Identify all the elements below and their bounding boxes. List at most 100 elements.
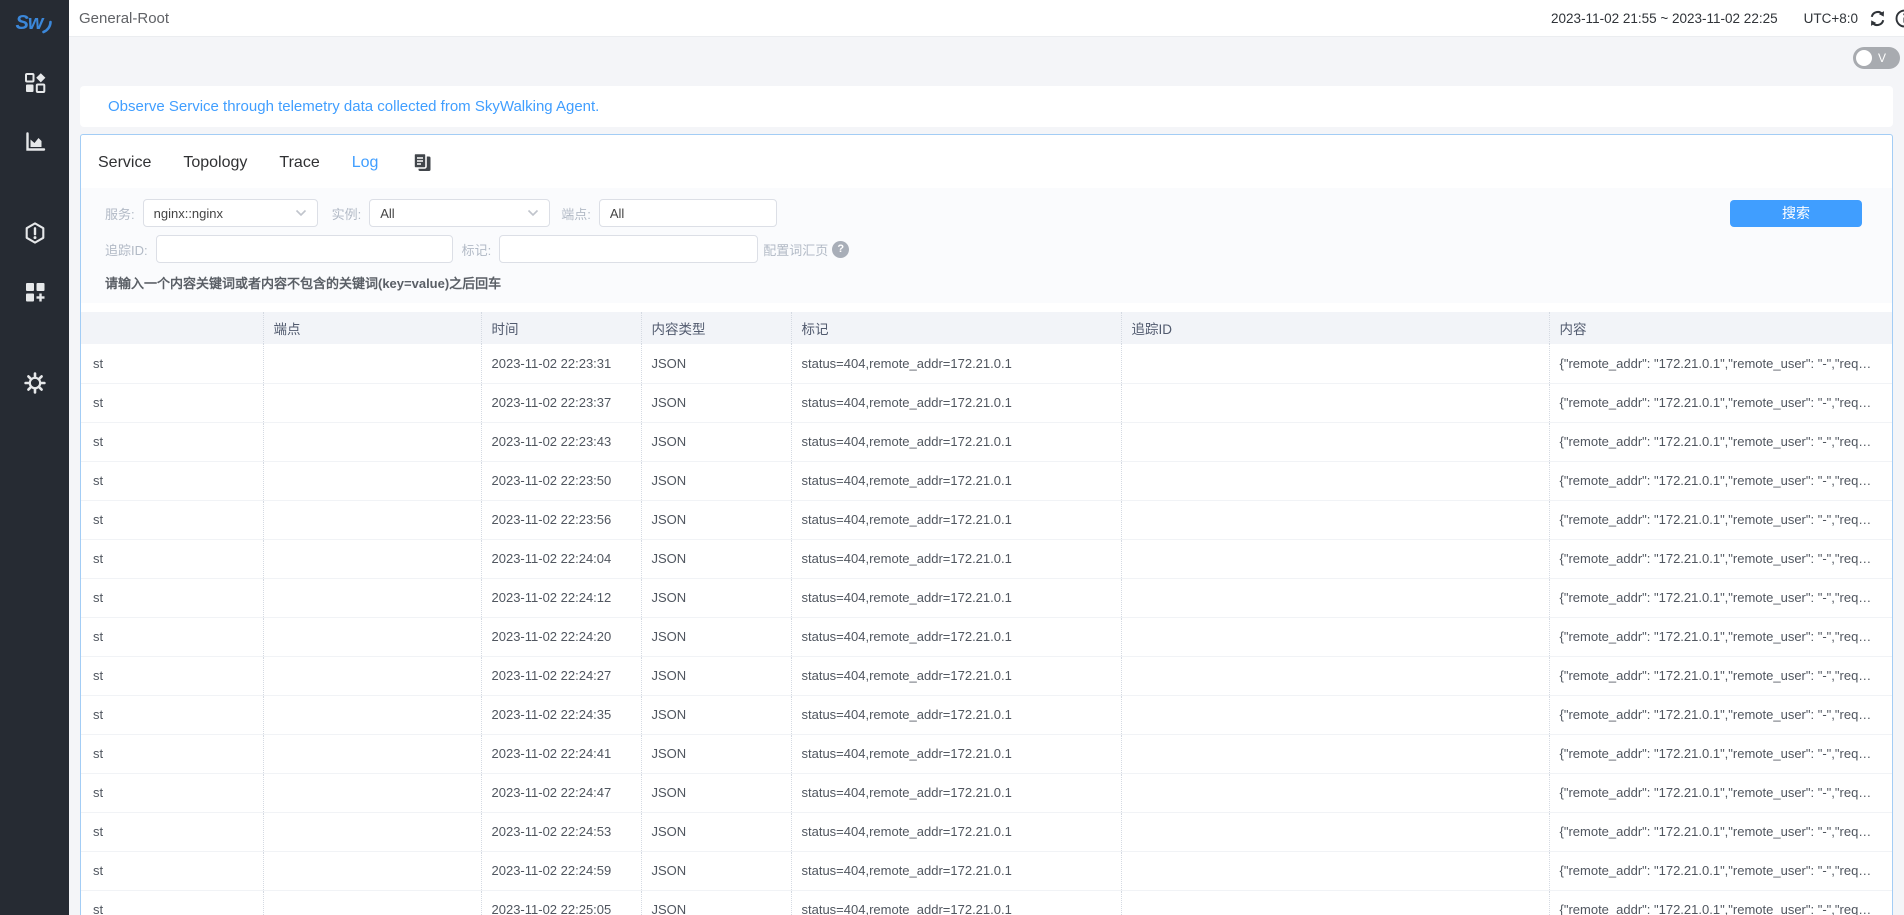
cell-time: 2023-11-02 22:24:20 [481,617,641,656]
cell-trace_id [1121,656,1549,695]
table-row[interactable]: st2023-11-02 22:24:59JSONstatus=404,remo… [81,851,1892,890]
table-row[interactable]: st2023-11-02 22:23:56JSONstatus=404,remo… [81,500,1892,539]
table-row[interactable]: st2023-11-02 22:24:47JSONstatus=404,remo… [81,773,1892,812]
cell-service: st [81,734,263,773]
sidebar-item-dashboard[interactable] [15,63,55,103]
cell-time: 2023-11-02 22:24:27 [481,656,641,695]
cell-content: {"remote_addr": "172.21.0.1","remote_use… [1549,851,1892,890]
cell-content: {"remote_addr": "172.21.0.1","remote_use… [1549,734,1892,773]
sidebar-item-alarm[interactable] [15,213,55,253]
widgets-icon [24,281,46,303]
table-row[interactable]: st2023-11-02 22:24:53JSONstatus=404,remo… [81,812,1892,851]
table-row[interactable]: st2023-11-02 22:25:05JSONstatus=404,remo… [81,890,1892,915]
cell-content_type: JSON [641,461,791,500]
cell-trace_id [1121,695,1549,734]
sidebar-nav [15,63,55,422]
tab-service[interactable]: Service [98,154,151,172]
timezone-setting[interactable]: UTC+8:0 [1804,11,1858,26]
cell-service: st [81,422,263,461]
cell-endpoint [263,656,481,695]
cell-tags: status=404,remote_addr=172.21.0.1 [791,461,1121,500]
service-select[interactable]: nginx::nginx [143,199,318,227]
table-row[interactable]: st 2023-11-02 22:23:37JSONstatus=404,remo… [81,383,1892,422]
table-row[interactable]: st2023-11-02 22:24:20JSONstatus=404,remo… [81,617,1892,656]
endpoint-input[interactable] [610,206,766,221]
cell-endpoint [263,890,481,915]
cell-content_type: JSON [641,383,791,422]
table-row[interactable]: st2023-11-02 22:23:50JSONstatus=404,remo… [81,461,1892,500]
cell-time: 2023-11-02 22:23:37 [481,383,641,422]
cell-service: st [81,617,263,656]
cell-endpoint [263,851,481,890]
service-label: 服务: [105,204,135,223]
cell-service: st [81,656,263,695]
cell-tags: status=404,remote_addr=172.21.0.1 [791,617,1121,656]
sidebar-item-metrics[interactable] [15,122,55,162]
service-select-value: nginx::nginx [154,206,223,221]
tab-trace[interactable]: Trace [279,154,319,172]
copy-document-icon [412,152,432,173]
cell-trace_id [1121,734,1549,773]
table-row[interactable]: st2023-11-02 22:23:31JSONstatus=404,remo… [81,344,1892,383]
cell-tags: status=404,remote_addr=172.21.0.1 [791,383,1121,422]
tab-log[interactable]: Log [352,154,379,172]
column-header-trace_id: 追踪ID [1121,312,1549,344]
cell-service: st [81,461,263,500]
table-row[interactable]: st2023-11-02 22:24:12JSONstatus=404,remo… [81,578,1892,617]
table-row[interactable]: st2023-11-02 22:23:43JSONstatus=404,remo… [81,422,1892,461]
dashboard-icon [24,72,46,94]
cell-content_type: JSON [641,656,791,695]
cell-trace_id [1121,773,1549,812]
tags-input[interactable] [510,242,747,257]
cell-time: 2023-11-02 22:24:04 [481,539,641,578]
info-button[interactable] [1895,9,1904,28]
dictionary-link[interactable]: 配置词汇页 [763,240,828,259]
cell-service: st [81,851,263,890]
cell-trace_id [1121,812,1549,851]
toggle-knob-icon [1856,50,1872,66]
cell-content_type: JSON [641,695,791,734]
cell-content_type: JSON [641,344,791,383]
skywalking-logo[interactable]: Sw [16,0,54,37]
filter-panel: 服务: nginx::nginx 实例: All 端点: [81,188,1892,303]
cell-endpoint [263,617,481,656]
cell-content_type: JSON [641,773,791,812]
tab-topology[interactable]: Topology [183,154,247,172]
search-button[interactable]: 搜索 [1730,200,1862,227]
cell-service: st [81,383,263,422]
instance-select[interactable]: All [369,199,550,227]
tags-input-wrap [499,235,758,263]
cell-tags: status=404,remote_addr=172.21.0.1 [791,500,1121,539]
sidebar-item-settings[interactable] [15,363,55,403]
info-icon [1895,9,1904,28]
cell-content_type: JSON [641,812,791,851]
tags-label: 标记: [462,240,492,259]
table-row[interactable]: st2023-11-02 22:24:35JSONstatus=404,remo… [81,695,1892,734]
version-toggle[interactable]: V [1853,47,1900,69]
cell-time: 2023-11-02 22:25:05 [481,890,641,915]
cell-service: st [81,578,263,617]
cell-endpoint [263,500,481,539]
table-row[interactable]: st2023-11-02 22:24:27JSONstatus=404,remo… [81,656,1892,695]
table-row[interactable]: st2023-11-02 22:24:04JSONstatus=404,remo… [81,539,1892,578]
cell-trace_id [1121,539,1549,578]
refresh-button[interactable] [1868,9,1887,28]
table-row[interactable]: st2023-11-02 22:24:41JSONstatus=404,remo… [81,734,1892,773]
sidebar-item-widgets[interactable] [15,272,55,312]
search-hint: 请输入一个内容关键词或者内容不包含的关键词(key=value)之后回车 [105,273,1862,292]
cell-content_type: JSON [641,734,791,773]
alarm-icon [24,222,46,244]
help-icon[interactable]: ? [832,241,849,258]
cell-tags: status=404,remote_addr=172.21.0.1 [791,422,1121,461]
cell-content: {"remote_addr": "172.21.0.1","remote_use… [1549,656,1892,695]
column-header-content: 内容 [1549,312,1892,344]
cell-endpoint [263,812,481,851]
trace-id-input[interactable] [167,242,442,257]
tab-bar: Service Topology Trace Log [81,135,1892,188]
cell-service: st [81,344,263,383]
time-range-picker[interactable]: 2023-11-02 21:55 ~ 2023-11-02 22:25 [1551,11,1778,26]
cell-content: {"remote_addr": "172.21.0.1","remote_use… [1549,344,1892,383]
cell-trace_id [1121,422,1549,461]
cell-time: 2023-11-02 22:24:41 [481,734,641,773]
copy-tab-button[interactable] [412,152,432,173]
